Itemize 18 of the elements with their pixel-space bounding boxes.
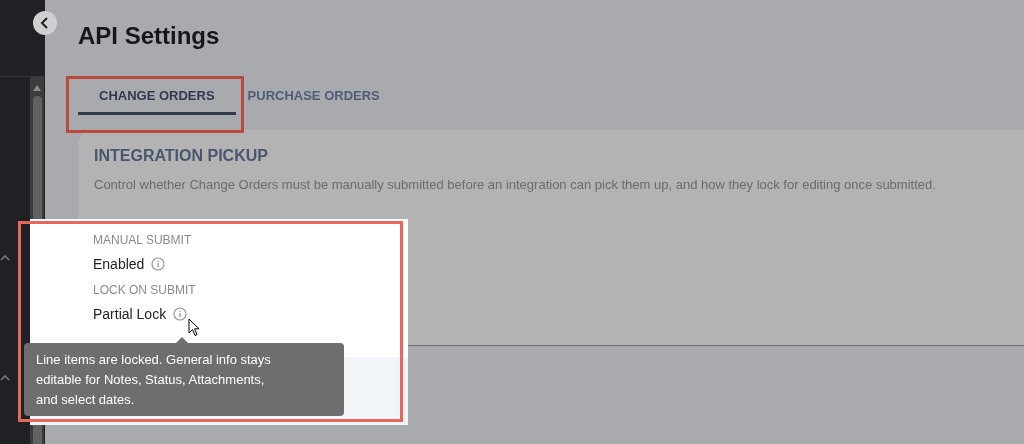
- chevron-up-icon[interactable]: [0, 255, 10, 261]
- tooltip-text: Line items are locked. General info stays editable for Notes, Status, Attachments, and select dates.: [36, 351, 272, 409]
- info-icon[interactable]: [151, 257, 166, 271]
- chevron-left-icon: [40, 17, 50, 29]
- collapse-sidebar-button[interactable]: [33, 11, 57, 35]
- setting-label: LOCK ON SUBMIT: [93, 283, 196, 297]
- cursor-icon: [188, 318, 200, 337]
- section-title: INTEGRATION PICKUP: [94, 147, 269, 165]
- setting-value: Enabled: [93, 255, 145, 273]
- info-icon[interactable]: [173, 307, 188, 321]
- tab[interactable]: CHANGE ORDERS: [78, 82, 236, 115]
- scroll-up-icon[interactable]: [33, 85, 41, 91]
- page-title: API Settings: [78, 21, 221, 51]
- chevron-up-icon[interactable]: [0, 375, 10, 381]
- section-description: Control whether Change Orders must be manually submitted before an integration can pick them up, and how they lock for editing once submitted.: [94, 177, 937, 192]
- setting-value: Partial Lock: [93, 305, 167, 323]
- tab[interactable]: PURCHASE ORDERS: [247, 82, 380, 115]
- setting-label: MANUAL SUBMIT: [93, 233, 193, 247]
